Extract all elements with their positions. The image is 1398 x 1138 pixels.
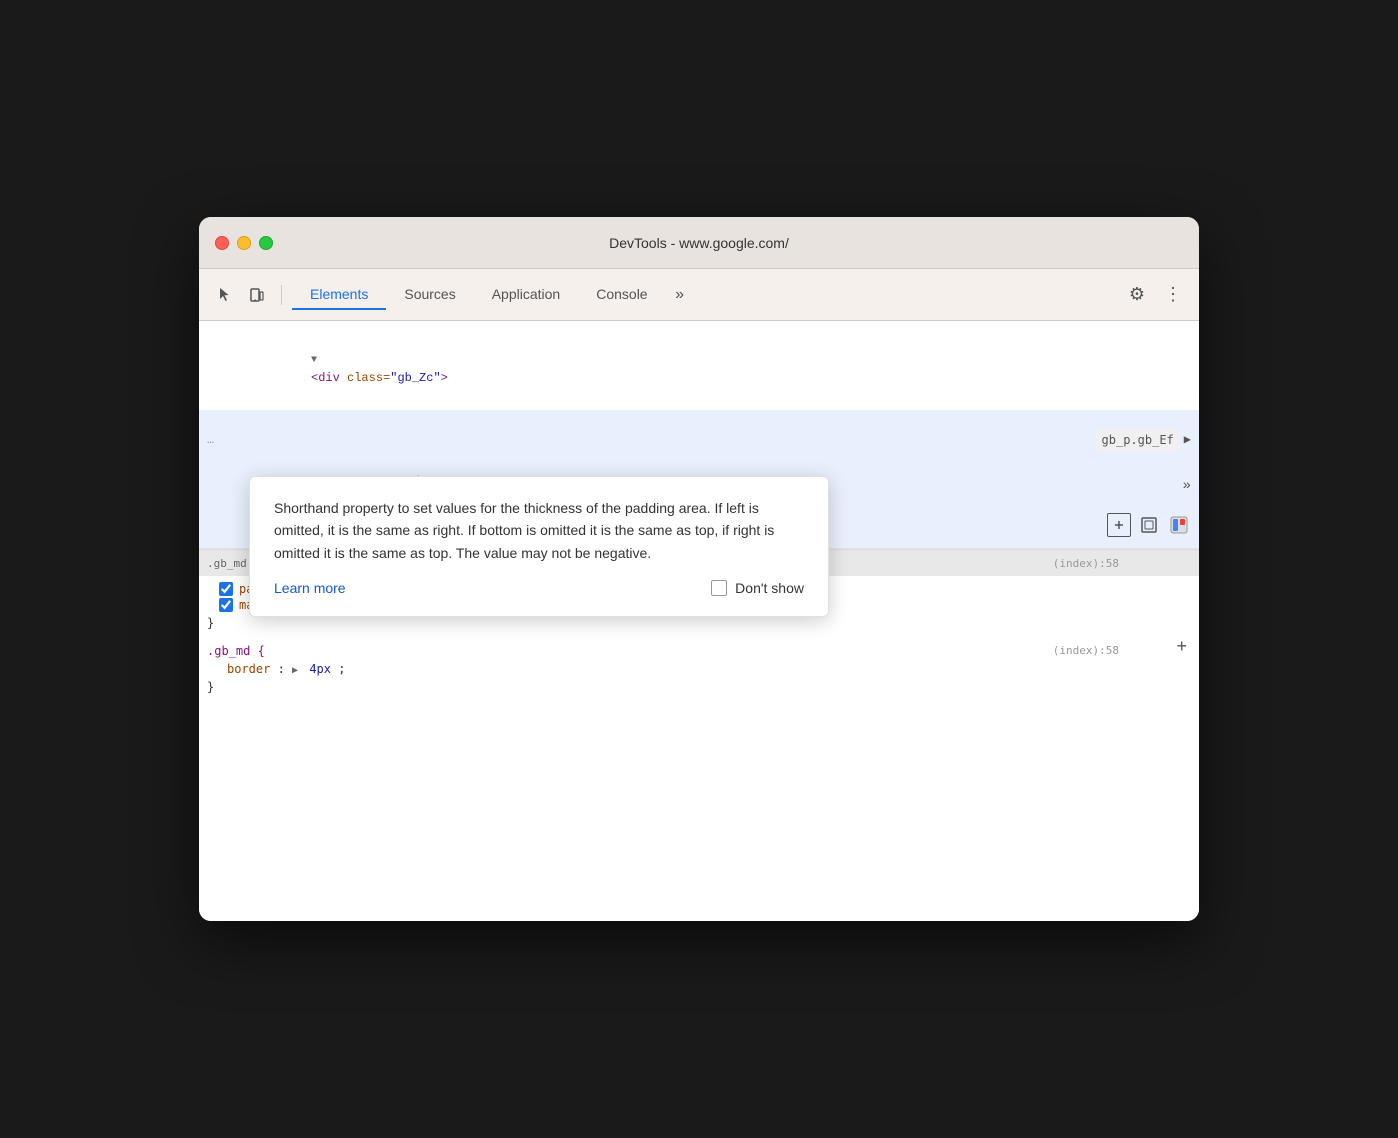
toolbar-right: ⚙ ⋮ <box>1123 281 1187 309</box>
close-button[interactable] <box>215 236 229 250</box>
expand-right-icon[interactable]: ▶ <box>1184 431 1191 450</box>
class-badge: gb_p.gb_Ef <box>1096 429 1180 452</box>
tab-sources[interactable]: Sources <box>386 280 473 310</box>
more-right-icon[interactable]: » <box>1183 475 1191 497</box>
more-tabs-button[interactable]: » <box>666 281 694 309</box>
margin-left-checkbox[interactable] <box>219 598 233 612</box>
more-menu-icon[interactable]: ⋮ <box>1159 281 1187 309</box>
devtools-toolbar: Elements Sources Application Console » ⚙… <box>199 269 1199 321</box>
main-content: <div class="gb_Zc"> … <div class="gb_K g… <box>199 321 1199 921</box>
dont-show-label: Don't show <box>735 580 804 596</box>
settings-icon[interactable]: ⚙ <box>1123 281 1151 309</box>
tab-application[interactable]: Application <box>474 280 579 310</box>
maximize-button[interactable] <box>259 236 273 250</box>
css-selector-2: .gb_md { <box>207 644 265 658</box>
css-prop-border: border : 4px ; <box>199 660 1199 678</box>
attr-value: "gb_Zc" <box>390 371 440 385</box>
tab-elements[interactable]: Elements <box>292 280 386 310</box>
toolbar-divider <box>281 285 282 305</box>
box-model-icon[interactable] <box>1137 513 1161 537</box>
tab-console[interactable]: Console <box>578 280 665 310</box>
tooltip-popup: Shorthand property to set values for the… <box>249 476 829 617</box>
color-picker-icon[interactable] <box>1167 513 1191 537</box>
styles-tools <box>1107 513 1191 537</box>
html-line-1[interactable]: <div class="gb_Zc"> <box>199 329 1199 410</box>
add-style-icon[interactable] <box>1107 513 1131 537</box>
html-tag-close: > <box>441 371 448 385</box>
class-badge-area: gb_p.gb_Ef ▶ <box>1096 429 1191 452</box>
tooltip-description: Shorthand property to set values for the… <box>274 497 804 564</box>
window-title: DevTools - www.google.com/ <box>609 235 789 251</box>
border-expand-icon[interactable] <box>292 662 298 676</box>
cursor-tool-icon[interactable] <box>211 281 239 309</box>
dont-show-checkbox[interactable] <box>711 580 727 596</box>
titlebar: DevTools - www.google.com/ <box>199 217 1199 269</box>
devtools-window: DevTools - www.google.com/ Elements Sour… <box>199 217 1199 921</box>
dont-show-row: Don't show <box>711 580 804 596</box>
css-rule-2-header: .gb_md { (index):58 <box>199 640 1199 660</box>
expand-icon <box>311 350 317 369</box>
learn-more-link[interactable]: Learn more <box>274 580 346 596</box>
minimize-button[interactable] <box>237 236 251 250</box>
line-number-1: (index):58 <box>1053 555 1119 574</box>
more-icon-row: » <box>1183 475 1191 497</box>
right-icons: » <box>1183 475 1191 497</box>
padding-left-checkbox[interactable] <box>219 582 233 596</box>
traffic-lights <box>215 236 273 250</box>
html-tag: <div <box>311 371 347 385</box>
tooltip-footer: Learn more Don't show <box>274 580 804 596</box>
line-number-2: (index):58 <box>1053 644 1119 657</box>
devtools-tabs: Elements Sources Application Console » <box>292 280 1119 310</box>
attr-name: class= <box>347 371 390 385</box>
device-toolbar-icon[interactable] <box>243 281 271 309</box>
css-close-brace-2: } <box>199 678 1199 696</box>
dots-icon: … <box>207 431 214 450</box>
